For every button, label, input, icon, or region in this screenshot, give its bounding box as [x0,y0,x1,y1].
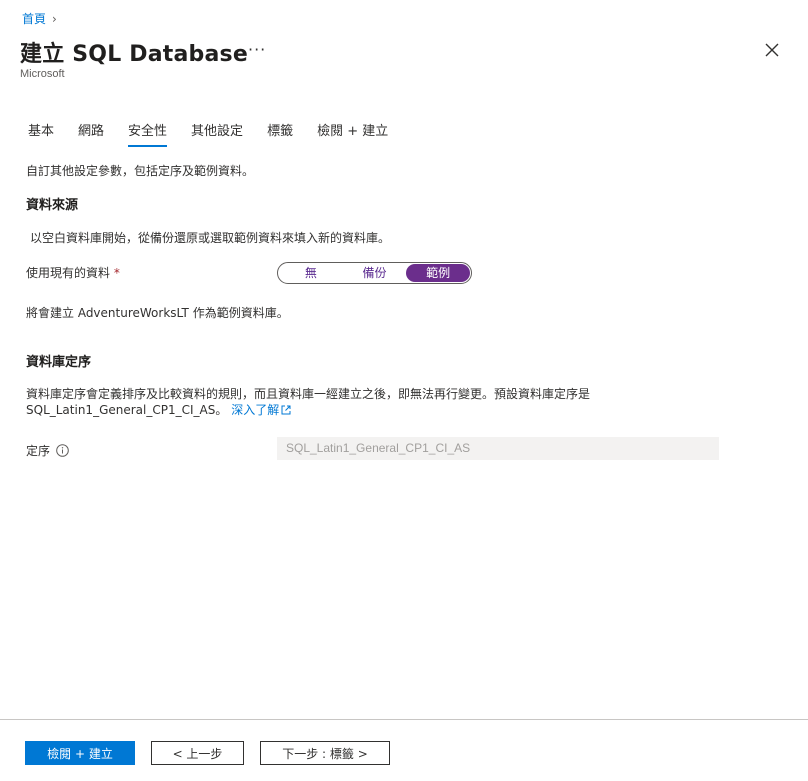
required-marker: * [113,266,120,280]
collation-description: 資料庫定序會定義排序及比較資料的規則，而且資料庫一經建立之後，即無法再行變更。預… [26,387,591,417]
sample-data-note: 將會建立 AdventureWorksLT 作為範例資料庫。 [26,306,289,320]
option-none[interactable]: 無 [279,264,343,282]
tab-description: 自訂其他設定參數，包括定序及範例資料。 [26,164,255,178]
page-subtitle: Microsoft [20,68,65,80]
collation-field: SQL_Latin1_General_CP1_CI_AS [277,437,719,460]
chevron-right-icon: › [52,11,57,26]
more-options-button[interactable]: ··· [248,40,266,59]
option-backup[interactable]: 備份 [343,264,407,282]
close-icon [765,43,779,57]
use-existing-data-toggle: 無 備份 範例 [277,262,472,284]
learn-more-link[interactable]: 深入了解 [231,403,291,417]
data-source-description: 以空白資料庫開始，從備份還原或選取範例資料來填入新的資料庫。 [30,231,391,245]
close-button[interactable] [762,40,782,60]
tab-additional-settings[interactable]: 其他設定 [191,120,243,147]
collation-label: 定序 [26,442,69,459]
tab-tags[interactable]: 標籤 [267,120,293,147]
footer-divider [0,719,808,720]
tab-networking[interactable]: 網路 [78,120,104,147]
tab-security[interactable]: 安全性 [128,120,168,147]
breadcrumb: 首頁 › [22,10,57,27]
collation-heading: 資料庫定序 [26,355,92,370]
learn-more-text: 深入了解 [231,403,280,417]
collation-label-text: 定序 [26,444,51,458]
next-button[interactable]: 下一步 : 標籤 > [260,741,390,765]
use-existing-data-label-text: 使用現有的資料 [26,266,111,280]
review-create-button[interactable]: 檢閱 + 建立 [25,741,135,765]
tab-review-create[interactable]: 檢閱 + 建立 [317,120,388,147]
tab-bar: 基本 網路 安全性 其他設定 標籤 檢閱 + 建立 [28,120,412,147]
info-icon[interactable] [56,444,69,457]
previous-button[interactable]: < 上一步 [151,741,244,765]
external-link-icon [281,405,291,415]
use-existing-data-label: 使用現有的資料 * [26,264,120,281]
breadcrumb-home-link[interactable]: 首頁 [22,10,46,27]
data-source-heading: 資料來源 [26,198,79,213]
option-sample[interactable]: 範例 [406,264,471,282]
tab-basics[interactable]: 基本 [28,120,54,147]
page-title: 建立 SQL Database [20,42,248,67]
collation-description-block: 資料庫定序會定義排序及比較資料的規則，而且資料庫一經建立之後，即無法再行變更。預… [26,386,676,418]
